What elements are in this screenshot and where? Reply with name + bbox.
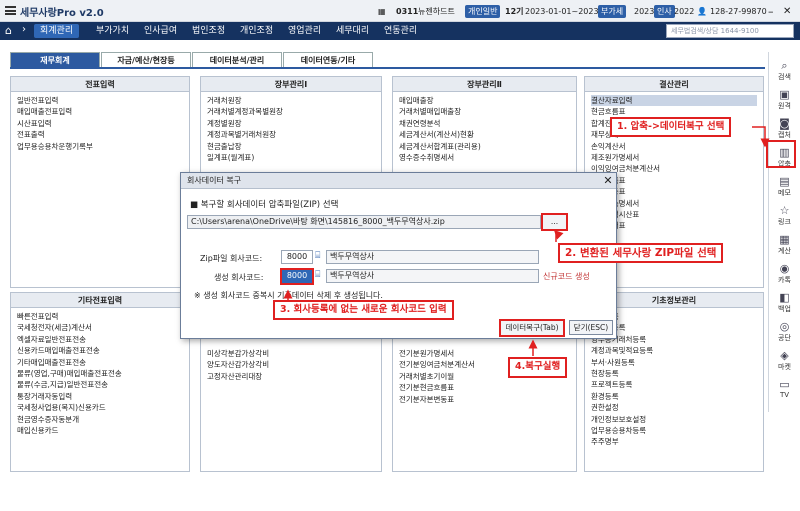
callout-arrows <box>283 126 770 356</box>
